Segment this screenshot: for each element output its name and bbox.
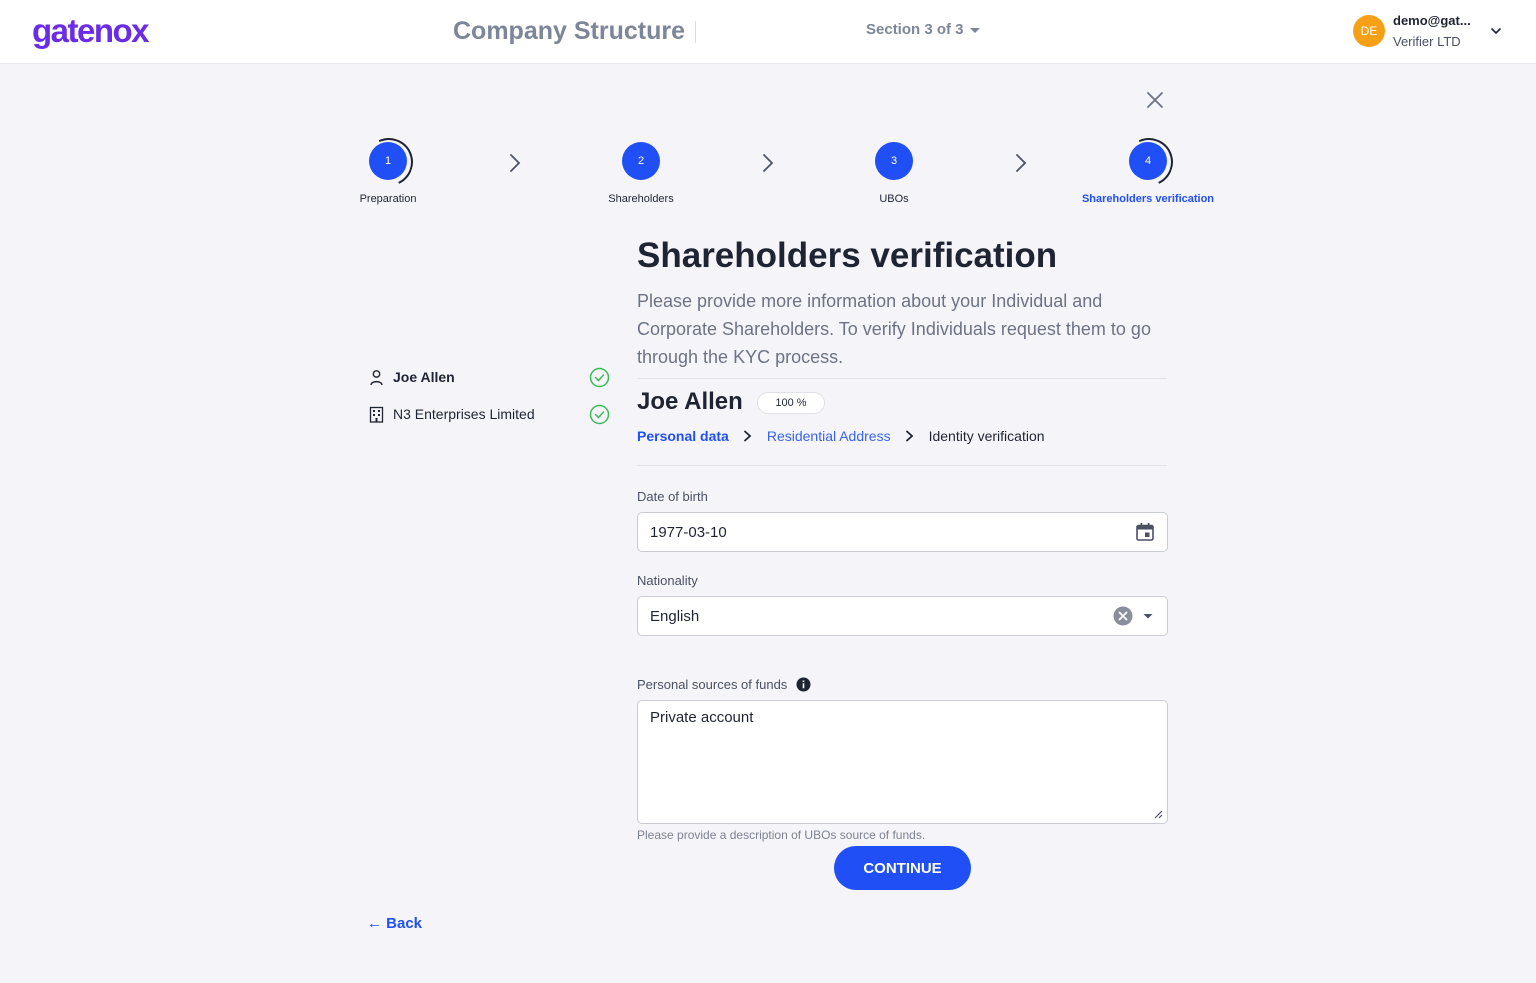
tab-identity-verification[interactable]: Identity verification <box>929 428 1045 444</box>
chevron-right-icon <box>510 154 521 172</box>
dob-field[interactable]: 1977-03-10 <box>637 512 1168 552</box>
tab-personal-data[interactable]: Personal data <box>637 428 729 444</box>
step-number: 3 <box>875 142 913 180</box>
subnav: Personal data Residential Address Identi… <box>637 428 1045 444</box>
funds-hint: Please provide a description of UBOs sou… <box>637 828 926 842</box>
section-selector[interactable]: Section 3 of 3 <box>866 21 980 38</box>
building-icon <box>369 406 384 423</box>
clear-icon[interactable] <box>1113 606 1133 626</box>
dob-value: 1977-03-10 <box>650 523 727 541</box>
dob-label: Date of birth <box>637 489 708 504</box>
sidebar-item-n3-enterprises[interactable]: N3 Enterprises Limited <box>368 401 610 427</box>
top-bar: gatenox Company Structure Section 3 of 3… <box>0 0 1536 64</box>
close-icon[interactable] <box>1145 90 1165 110</box>
step-shareholders[interactable]: 2 Shareholders <box>551 142 731 205</box>
nationality-label: Nationality <box>637 573 698 588</box>
sidebar-item-label: N3 Enterprises Limited <box>393 406 535 422</box>
chevron-right-icon <box>1016 154 1027 172</box>
divider <box>637 465 1167 466</box>
main-heading: Shareholders verification <box>637 236 1058 275</box>
nationality-select[interactable]: English <box>637 596 1168 636</box>
step-label: Preparation <box>359 193 417 205</box>
step-shareholders-verification[interactable]: 4 Shareholders verification <box>1058 142 1238 205</box>
title-divider <box>695 21 696 43</box>
sidebar-item-joe-allen[interactable]: Joe Allen <box>368 364 610 390</box>
calendar-icon[interactable] <box>1135 522 1155 542</box>
tab-residential-address[interactable]: Residential Address <box>767 428 891 444</box>
step-number: 2 <box>622 142 660 180</box>
person-name: Joe Allen <box>637 388 743 415</box>
chevron-right-icon <box>743 430 752 442</box>
info-icon[interactable] <box>796 677 811 692</box>
step-label: Shareholders verification <box>1081 193 1215 205</box>
avatar[interactable]: DE <box>1353 15 1385 47</box>
person-icon <box>370 369 383 385</box>
step-number: 1 <box>369 142 407 180</box>
chevron-down-icon[interactable] <box>1489 24 1503 38</box>
step-label: Shareholders <box>608 193 674 205</box>
intro-text: Please provide more information about yo… <box>637 291 1151 367</box>
progress-badge: 100 % <box>757 392 825 414</box>
resize-handle-icon[interactable] <box>1153 809 1163 819</box>
step-preparation[interactable]: 1 Preparation <box>298 142 478 205</box>
funds-value: Private account <box>650 709 754 726</box>
step-label: UBOs <box>879 193 909 205</box>
nationality-value: English <box>650 607 700 625</box>
step-number: 4 <box>1129 142 1167 180</box>
section-selector-label: Section 3 of 3 <box>866 21 964 38</box>
funds-textarea[interactable]: Private account <box>637 700 1168 824</box>
gatenox-logo[interactable]: gatenox <box>32 12 150 50</box>
page-title: Company Structure <box>453 17 685 45</box>
chevron-right-icon <box>905 430 913 442</box>
check-circle-icon <box>589 404 610 424</box>
chevron-right-icon <box>763 154 774 172</box>
user-email[interactable]: demo@gat... <box>1393 13 1471 28</box>
funds-label: Personal sources of funds <box>637 677 788 692</box>
caret-down-icon[interactable] <box>1141 609 1155 623</box>
step-ubos[interactable]: 3 UBOs <box>804 142 984 205</box>
divider <box>637 378 1167 379</box>
sidebar-item-label: Joe Allen <box>393 369 455 385</box>
check-circle-icon <box>589 367 610 387</box>
caret-down-icon <box>969 28 980 33</box>
continue-button[interactable]: CONTINUE <box>834 846 971 890</box>
back-link[interactable]: ← Back <box>367 915 422 932</box>
funds-label-row: Personal sources of funds <box>637 677 811 692</box>
user-org: Verifier LTD <box>1393 34 1461 49</box>
